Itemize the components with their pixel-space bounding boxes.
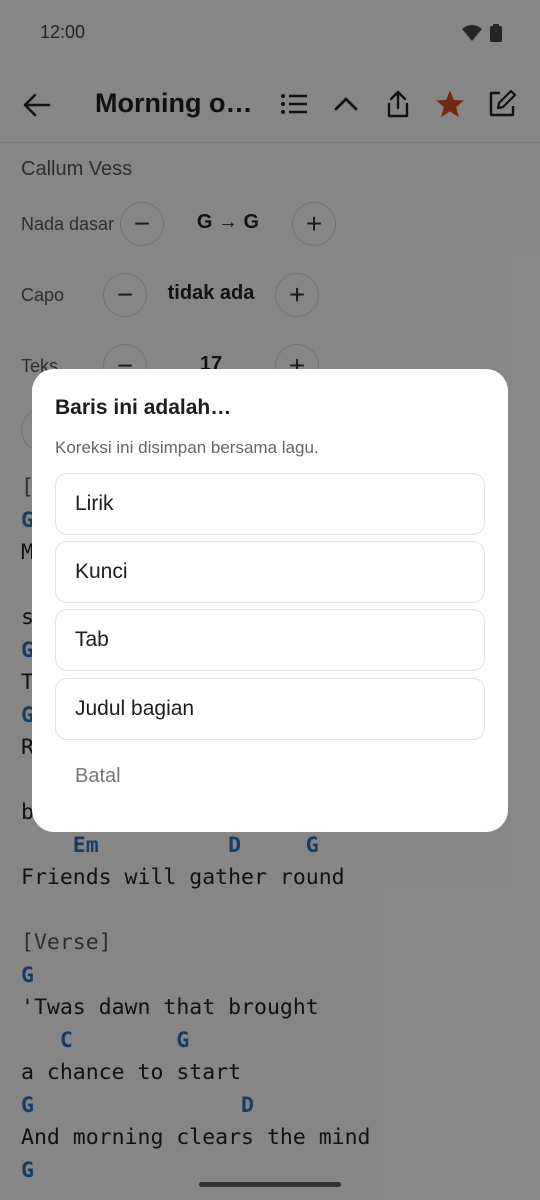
home-indicator [199, 1182, 341, 1187]
option-chords-button[interactable]: Kunci [55, 541, 485, 603]
line-type-dialog: Baris ini adalah… Koreksi ini disimpan b… [32, 369, 508, 832]
cancel-button[interactable]: Batal [75, 765, 121, 788]
option-section-title-button[interactable]: Judul bagian [55, 678, 485, 740]
option-tab-button[interactable]: Tab [55, 609, 485, 671]
dialog-title: Baris ini adalah… [55, 396, 232, 419]
dialog-subtitle: Koreksi ini disimpan bersama lagu. [55, 438, 319, 457]
option-lyrics-button[interactable]: Lirik [55, 473, 485, 535]
